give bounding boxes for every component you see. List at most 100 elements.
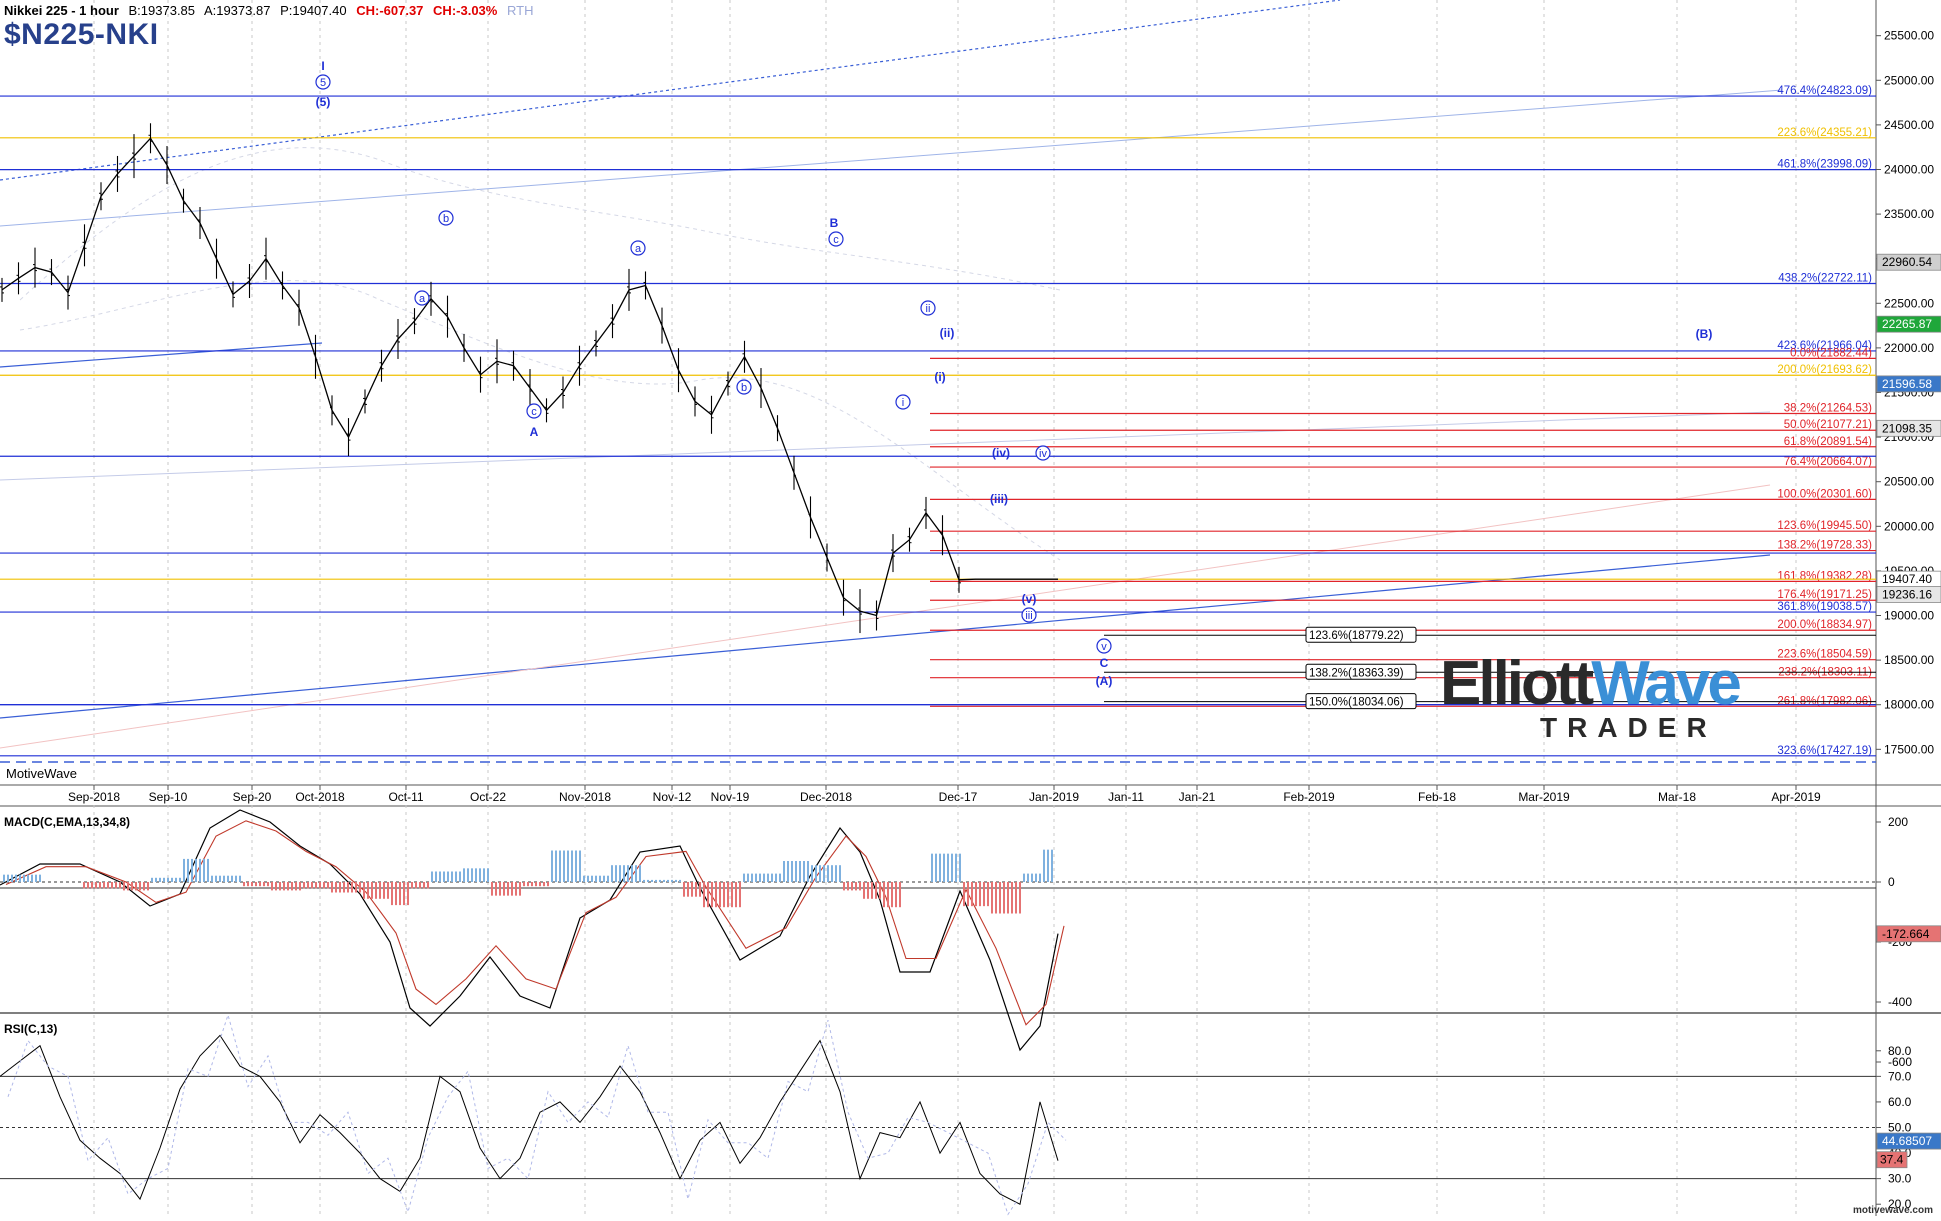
price-value: P:19407.40 (280, 3, 347, 18)
y-tick-label: 24500.00 (1884, 118, 1934, 132)
price-tag-label: 21596.58 (1882, 377, 1932, 391)
wave-label: ii (926, 303, 931, 315)
macd-line (0, 809, 1059, 1052)
x-tick-label: Sep-20 (233, 790, 272, 804)
wave-label: A (530, 425, 539, 439)
wave-label: I (321, 59, 324, 73)
chart-canvas: Sep-2018 Sep-10 Sep-20 Oct-2018 Oct-11 Oct-22… (0, 0, 1941, 1216)
y-tick-label: 18500.00 (1884, 653, 1934, 667)
wave-label: (iv) (992, 446, 1010, 460)
x-tick-label: Nov-12 (653, 790, 692, 804)
wave-label: b (443, 213, 449, 225)
rsi-y-tick-label: 50.0 (1888, 1121, 1912, 1135)
macd-signal-line (5, 820, 1065, 1026)
fib-label: 476.4%(24823.09) (1777, 85, 1872, 97)
bid-value: B:19373.85 (128, 3, 196, 18)
fib-label: 223.6%(24355.21) (1777, 127, 1872, 139)
fib-label: 323.6%(17427.19) (1777, 745, 1872, 757)
rsi-y-tick-label: 70.0 (1888, 1069, 1912, 1083)
price-tag-label: 19407.40 (1882, 572, 1932, 586)
x-tick-label: Jan-2019 (1029, 790, 1079, 804)
wave-label: B (830, 216, 839, 230)
macd-value-label: -172.664 (1882, 927, 1930, 941)
y-tick-label: 25000.00 (1884, 73, 1934, 87)
wave-label: iii (1025, 610, 1032, 622)
rsi-value-label-2: 37.4 (1880, 1153, 1904, 1167)
rsi-band (7, 1013, 1067, 1216)
fib-label: 200.0%(18834.97) (1777, 619, 1872, 631)
change-pct-value: CH:-3.03% (433, 3, 498, 18)
fib-label: 200.0%(21693.62) (1777, 364, 1872, 376)
price-tag-label: 19236.16 (1882, 587, 1932, 601)
x-tick-label: Sep-10 (149, 790, 188, 804)
macd-y-tick-label: -400 (1888, 995, 1912, 1009)
x-tick-label: Sep-2018 (68, 790, 120, 804)
wave-label: iv (1039, 448, 1047, 460)
rsi-y-tick-label: 80.0 (1888, 1044, 1912, 1058)
wave-label: (A) (1096, 674, 1113, 688)
rsi-value-label: 44.68507 (1882, 1134, 1932, 1148)
wave-label: C (1100, 656, 1109, 670)
wave-label: i (902, 397, 904, 409)
x-tick-label: Nov-19 (711, 790, 750, 804)
macd-y-tick-label: 200 (1888, 815, 1908, 829)
wave-label: a (635, 243, 642, 255)
motivewave-credit: motivewave.com (1852, 1205, 1933, 1216)
elliott-wave-trader-logo: ElliottWave TRADER (1440, 648, 1760, 748)
fib-label: 100.0%(20301.60) (1777, 488, 1872, 500)
x-tick-label: Mar-18 (1658, 790, 1696, 804)
x-tick-label: Mar-2019 (1518, 790, 1570, 804)
fib-label: 223.6%(18504.59) (1777, 649, 1872, 661)
macd-y-tick-label: 0 (1888, 875, 1895, 889)
x-tick-label: Oct-2018 (295, 790, 345, 804)
x-tick-label: Oct-11 (388, 790, 423, 804)
target-label: 138.2%(18363.39) (1309, 667, 1404, 679)
wave-label: 5 (320, 77, 326, 89)
fib-label: 38.2%(21264.53) (1784, 403, 1872, 415)
y-tick-label: 17500.00 (1884, 742, 1934, 756)
ask-value: A:19373.87 (203, 3, 271, 18)
price-tag-label: 22960.54 (1882, 255, 1932, 269)
fib-label: 76.4%(20664.07) (1784, 456, 1872, 468)
wave-label: (ii) (940, 326, 955, 340)
x-tick-label: Apr-2019 (1771, 790, 1821, 804)
y-tick-label: 22000.00 (1884, 341, 1934, 355)
fib-label: 61.8%(20891.54) (1784, 436, 1872, 448)
wave-label: b (741, 382, 747, 394)
wave-label: c (833, 234, 839, 246)
y-tick-label: 25500.00 (1884, 29, 1934, 43)
target-label: 123.6%(18779.22) (1309, 630, 1404, 642)
fib-label: 361.8%(19038.57) (1777, 601, 1872, 613)
price-tag-label: 22265.87 (1882, 317, 1932, 331)
fib-label: 123.6%(19945.50) (1777, 520, 1872, 532)
target-label: 150.0%(18034.06) (1309, 697, 1404, 709)
fib-label: 0.0%(21882.44) (1790, 347, 1872, 359)
y-tick-label: 18000.00 (1884, 698, 1934, 712)
fib-label: 461.8%(23998.09) (1777, 159, 1872, 171)
x-tick-label: Feb-2019 (1283, 790, 1335, 804)
wave-label: (5) (316, 95, 331, 109)
price-tag-label: 21098.35 (1882, 421, 1932, 435)
x-tick-label: Jan-11 (1108, 790, 1144, 804)
fib-label: 176.4%(19171.25) (1777, 589, 1872, 601)
logo-word-elliott: Elliott (1440, 649, 1594, 718)
y-tick-label: 20000.00 (1884, 519, 1934, 533)
fib-label: 138.2%(19728.33) (1777, 540, 1872, 552)
wave-label: (v) (1022, 592, 1037, 606)
logo-word-wave: Wave (1591, 649, 1742, 718)
chart-root: Sep-2018 Sep-10 Sep-20 Oct-2018 Oct-11 Oct-22… (0, 0, 1941, 1216)
fib-label: 438.2%(22722.11) (1778, 272, 1872, 284)
fib-label: 161.8%(19382.28) (1777, 570, 1872, 582)
rsi-title: RSI(C,13) (4, 1022, 57, 1036)
wave-label: (iii) (990, 492, 1008, 506)
logo-word-trader: TRADER (1540, 712, 1717, 743)
x-tick-label: Jan-21 (1179, 790, 1216, 804)
y-tick-label: 19000.00 (1884, 609, 1934, 623)
macd-title: MACD(C,EMA,13,34,8) (4, 815, 130, 829)
y-tick-label: 22500.00 (1884, 296, 1934, 310)
x-tick-label: Dec-2018 (800, 790, 852, 804)
x-tick-label: Dec-17 (939, 790, 978, 804)
wave-label: a (419, 293, 426, 305)
rsi-y-tick-label: 60.0 (1888, 1095, 1912, 1109)
x-tick-label: Oct-22 (470, 790, 506, 804)
